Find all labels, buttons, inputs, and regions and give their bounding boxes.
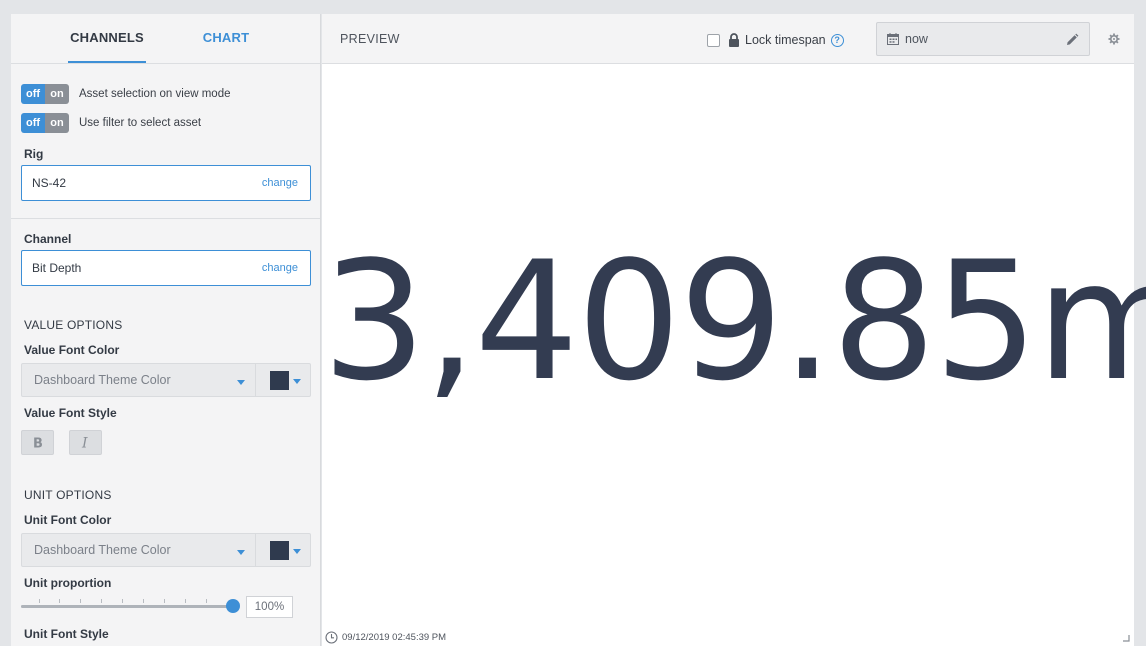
clock-icon (325, 631, 338, 644)
preview-title: PREVIEW (340, 32, 400, 46)
lock-icon (729, 33, 739, 47)
chevron-down-icon (237, 550, 245, 555)
slider-tick (39, 599, 40, 603)
unit-options-title: UNIT OPTIONS (24, 488, 112, 502)
slider-tick (101, 599, 102, 603)
filter-row: off on Use filter to select asset (21, 113, 201, 133)
lock-timespan-checkbox[interactable] (707, 33, 720, 47)
slider-tick (59, 599, 60, 603)
calendar-icon (887, 33, 899, 45)
tab-chart[interactable]: CHART (201, 14, 251, 63)
svg-text:I: I (81, 436, 88, 449)
asset-selection-row: off on Asset selection on view mode (21, 84, 231, 104)
tab-channels[interactable]: CHANNELS (68, 14, 146, 63)
settings-tabs: CHANNELS CHART (11, 14, 320, 64)
unit-proportion-input[interactable]: 100% (246, 596, 293, 618)
time-range-picker[interactable]: now (876, 22, 1090, 56)
unit-font-color-dropdown[interactable]: Dashboard Theme Color (21, 533, 256, 567)
unit-color-picker[interactable] (256, 533, 311, 567)
time-range-value: now (905, 32, 928, 46)
unit-proportion-label: Unit proportion (24, 576, 112, 590)
settings-panel: CHANNELS CHART off on Asset selection on… (11, 14, 321, 646)
channel-change-link[interactable]: change (262, 262, 298, 274)
slider-tick (164, 599, 165, 603)
channel-label: Channel (24, 232, 72, 246)
use-filter-label: Use filter to select asset (79, 117, 202, 129)
value-font-style-label: Value Font Style (24, 406, 117, 420)
rig-value: NS-42 (32, 176, 67, 190)
unit-font-color-selected: Dashboard Theme Color (34, 543, 171, 557)
toggle-off-label: off (21, 84, 45, 104)
channel-selector[interactable]: Bit Depth change (21, 250, 311, 286)
svg-text:B: B (33, 437, 43, 450)
slider-thumb[interactable] (226, 599, 240, 613)
preview-footer: 09/12/2019 02:45:39 PM (325, 631, 446, 644)
toggle-on-label: on (45, 113, 69, 133)
chevron-down-icon (293, 379, 301, 384)
pencil-icon[interactable] (1065, 33, 1079, 47)
color-swatch (270, 541, 289, 560)
gear-icon[interactable] (1108, 33, 1120, 45)
kpi-value: 3,409.85m (322, 226, 1146, 417)
bold-icon: B (33, 437, 43, 450)
value-color-picker[interactable] (256, 363, 311, 397)
asset-selection-label: Asset selection on view mode (79, 88, 231, 100)
rig-label: Rig (24, 147, 44, 161)
asset-selection-toggle[interactable]: off on (21, 84, 69, 104)
chevron-down-icon (237, 380, 245, 385)
slider-tick (122, 599, 123, 603)
last-updated-timestamp: 09/12/2019 02:45:39 PM (342, 632, 447, 643)
slider-tick (143, 599, 144, 603)
resize-handle-icon[interactable] (1123, 635, 1130, 642)
toggle-off-label: off (21, 113, 45, 133)
italic-icon: I (81, 436, 88, 449)
channel-value: Bit Depth (32, 261, 82, 275)
preview-header: PREVIEW Lock timespan ? now (322, 14, 1134, 64)
rig-change-link[interactable]: change (262, 177, 298, 189)
value-options-title: VALUE OPTIONS (24, 318, 123, 332)
preview-panel: PREVIEW Lock timespan ? now 3,409.85m 09… (322, 14, 1146, 646)
rig-selector[interactable]: NS-42 change (21, 165, 311, 201)
unit-font-color-label: Unit Font Color (24, 513, 112, 527)
lock-timespan-label: Lock timespan (745, 33, 826, 47)
italic-button[interactable]: I (69, 430, 102, 455)
toggle-on-label: on (45, 84, 69, 104)
bold-button[interactable]: B (21, 430, 54, 455)
lock-timespan-control: Lock timespan ? (707, 31, 844, 49)
value-font-color-dropdown[interactable]: Dashboard Theme Color (21, 363, 256, 397)
help-icon[interactable]: ? (830, 33, 844, 47)
unit-font-style-label: Unit Font Style (24, 627, 109, 641)
use-filter-toggle[interactable]: off on (21, 113, 69, 133)
value-font-color-selected: Dashboard Theme Color (34, 373, 171, 387)
slider-tick (185, 599, 186, 603)
divider (11, 218, 320, 219)
color-swatch (270, 371, 289, 390)
value-font-color-label: Value Font Color (24, 343, 120, 357)
unit-proportion-slider[interactable] (21, 599, 240, 613)
slider-fill (21, 605, 233, 608)
slider-tick (206, 599, 207, 603)
slider-tick (80, 599, 81, 603)
widget-editor: CHANNELS CHART off on Asset selection on… (11, 14, 1146, 646)
chevron-down-icon (293, 549, 301, 554)
